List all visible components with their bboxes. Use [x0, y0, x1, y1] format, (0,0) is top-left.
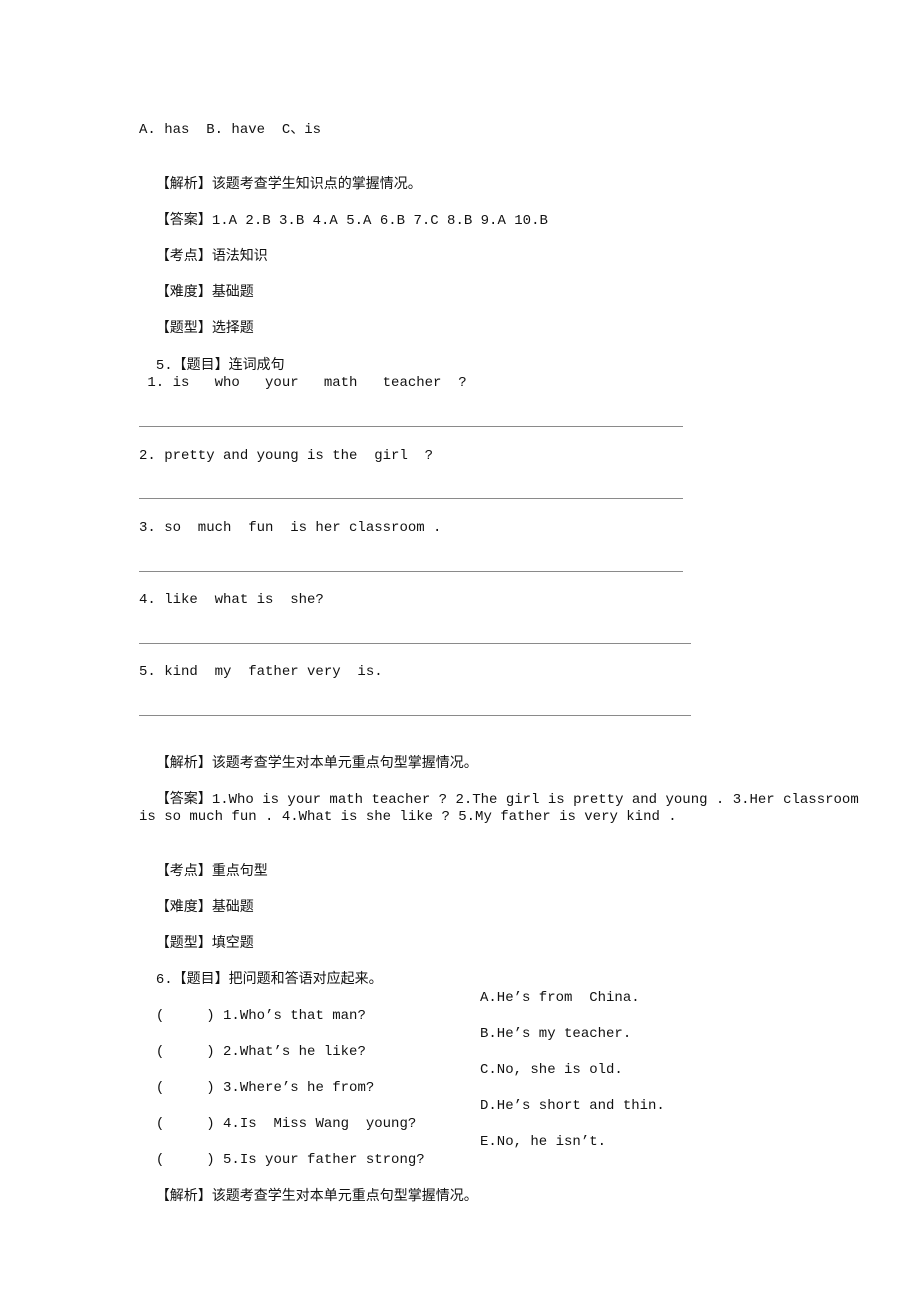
difficulty-text: 基础题: [211, 899, 254, 915]
q6-heading: 6.【题目】把问题和答语对应起来。: [139, 952, 383, 989]
q4-difficulty: 【难度】基础题: [139, 265, 254, 302]
answer-blank[interactable]: ( ): [156, 1152, 215, 1168]
q5-answer-continued: is so much fun . 4.What is she like ? 5.…: [139, 809, 677, 825]
answer-blank-line-5[interactable]: [139, 715, 691, 716]
q5-answer: 【答案】1.Who is your math teacher ? 2.The g…: [139, 772, 859, 809]
match-answer-option: E.No, he isn’t.: [480, 1134, 607, 1150]
answer-tag: 【答案】: [155, 791, 212, 807]
point-text: 语法知识: [211, 248, 268, 264]
analysis-tag: 【解析】: [155, 1188, 212, 1204]
type-tag: 【题型】: [155, 320, 212, 336]
question-title: 连词成句: [228, 357, 285, 373]
q5-difficulty: 【难度】基础题: [139, 880, 254, 917]
analysis-text: 该题考查学生对本单元重点句型掌握情况。: [211, 1188, 478, 1204]
match-answer-option: C.No, she is old.: [480, 1062, 623, 1078]
difficulty-tag: 【难度】: [155, 284, 212, 300]
analysis-tag: 【解析】: [155, 176, 212, 192]
q4-analysis: 【解析】该题考查学生知识点的掌握情况。: [139, 157, 422, 194]
analysis-text: 该题考查学生对本单元重点句型掌握情况。: [211, 755, 478, 771]
match-question: 4.Is Miss Wang young?: [223, 1116, 417, 1132]
q6-analysis: 【解析】该题考查学生对本单元重点句型掌握情况。: [139, 1169, 478, 1206]
answer-text-line-1: 1.Who is your math teacher ? 2.The girl …: [211, 792, 859, 808]
type-text: 填空题: [211, 935, 254, 951]
q5-item-1: 1. is who your math teacher ?: [139, 375, 467, 391]
q5-analysis: 【解析】该题考查学生对本单元重点句型掌握情况。: [139, 736, 478, 773]
answer-text: 1.A 2.B 3.B 4.A 5.A 6.B 7.C 8.B 9.A 10.B: [211, 213, 548, 229]
match-question: 3.Where’s he from?: [223, 1080, 375, 1096]
q5-heading: 5.【题目】连词成句: [139, 338, 285, 375]
answer-blank[interactable]: ( ): [156, 1044, 215, 1060]
title-tag: 【题目】: [172, 971, 229, 987]
answer-blank[interactable]: ( ): [156, 1116, 215, 1132]
answer-blank-line-4[interactable]: [139, 643, 691, 644]
question-title: 把问题和答语对应起来。: [228, 971, 383, 987]
point-text: 重点句型: [211, 863, 268, 879]
q5-item-3: 3. so much fun is her classroom .: [139, 520, 442, 536]
point-tag: 【考点】: [155, 248, 212, 264]
q4-options: A. has B. have C、is: [139, 122, 322, 138]
q4-type: 【题型】选择题: [139, 301, 254, 338]
q4-point: 【考点】语法知识: [139, 229, 268, 266]
answer-blank-line-2[interactable]: [139, 498, 683, 499]
answer-blank-line-1[interactable]: [139, 426, 683, 427]
answer-blank[interactable]: ( ): [156, 1080, 215, 1096]
match-question: 1.Who’s that man?: [223, 1008, 366, 1024]
match-answer-option: A.He’s from China.: [480, 990, 640, 1006]
q5-item-4: 4. like what is she?: [139, 592, 324, 608]
type-tag: 【题型】: [155, 935, 212, 951]
q5-item-2: 2. pretty and young is the girl ?: [139, 448, 434, 464]
question-number: 5.: [155, 358, 173, 374]
type-text: 选择题: [211, 320, 254, 336]
q5-item-5: 5. kind my father very is.: [139, 664, 383, 680]
q4-answer: 【答案】1.A 2.B 3.B 4.A 5.A 6.B 7.C 8.B 9.A …: [139, 193, 548, 230]
answer-blank-line-3[interactable]: [139, 571, 683, 572]
match-question: 2.What’s he like?: [223, 1044, 366, 1060]
analysis-tag: 【解析】: [155, 755, 212, 771]
answer-blank[interactable]: ( ): [156, 1008, 215, 1024]
difficulty-tag: 【难度】: [155, 899, 212, 915]
difficulty-text: 基础题: [211, 284, 254, 300]
answer-tag: 【答案】: [155, 212, 212, 228]
match-answer-option: B.He’s my teacher.: [480, 1026, 632, 1042]
q5-point: 【考点】重点句型: [139, 844, 268, 881]
match-question: 5.Is your father strong?: [223, 1152, 425, 1168]
question-number: 6.: [155, 972, 173, 988]
q5-type: 【题型】填空题: [139, 916, 254, 953]
point-tag: 【考点】: [155, 863, 212, 879]
title-tag: 【题目】: [172, 357, 229, 373]
analysis-text: 该题考查学生知识点的掌握情况。: [211, 176, 422, 192]
match-answer-option: D.He’s short and thin.: [480, 1098, 665, 1114]
